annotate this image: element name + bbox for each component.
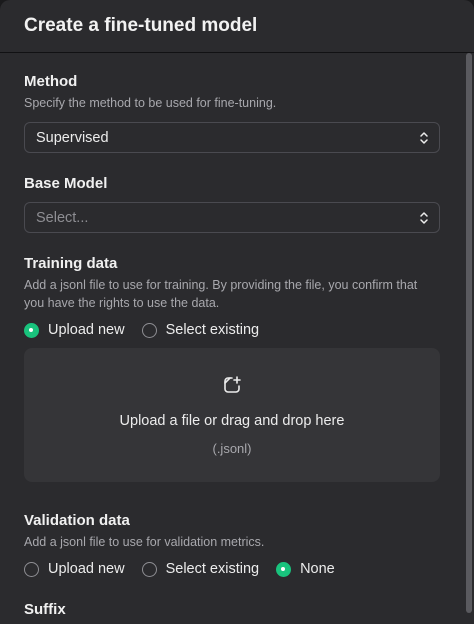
training-data-section: Training data Add a jsonl file to use fo… — [24, 255, 440, 482]
modal-header: Create a fine-tuned model — [0, 0, 474, 53]
radio-unchecked-icon — [141, 561, 157, 577]
modal-title: Create a fine-tuned model — [24, 15, 258, 36]
training-upload-new-radio[interactable]: Upload new — [24, 322, 125, 338]
radio-label: None — [300, 561, 335, 577]
scrollbar-thumb[interactable] — [466, 53, 472, 613]
validation-select-existing-radio[interactable]: Select existing — [141, 561, 260, 577]
base-model-section: Base Model Select... — [24, 175, 440, 233]
radio-label: Upload new — [48, 322, 125, 338]
base-model-label: Base Model — [24, 175, 108, 192]
radio-checked-icon — [276, 561, 292, 577]
training-data-description: Add a jsonl file to use for training. By… — [24, 278, 418, 310]
radio-unchecked-icon — [24, 561, 39, 577]
base-model-select[interactable]: Select... — [24, 202, 440, 233]
fine-tune-modal: Create a fine-tuned model Method Specify… — [0, 0, 474, 624]
chevron-up-down-icon — [420, 211, 428, 224]
file-upload-icon — [224, 375, 241, 393]
training-select-existing-radio[interactable]: Select existing — [141, 322, 260, 338]
radio-unchecked-icon — [141, 322, 157, 338]
validation-data-description: Add a jsonl file to use for validation m… — [24, 535, 265, 549]
method-section: Method Specify the method to be used for… — [24, 73, 440, 153]
method-label: Method — [24, 73, 78, 90]
training-radio-group: Upload new Select existing — [24, 322, 440, 338]
validation-upload-new-radio[interactable]: Upload new — [24, 561, 125, 577]
suffix-section: Suffix — [24, 601, 440, 618]
chevron-up-down-icon — [420, 131, 428, 144]
radio-label: Select existing — [165, 561, 260, 577]
radio-label: Upload new — [48, 561, 125, 577]
modal-body: Method Specify the method to be used for… — [0, 53, 474, 618]
method-select[interactable]: Supervised — [24, 122, 440, 153]
base-model-placeholder: Select... — [36, 209, 89, 226]
dropzone-text: Upload a file or drag and drop here — [119, 412, 345, 429]
scrollbar[interactable] — [464, 53, 474, 624]
method-description: Specify the method to be used for fine-t… — [24, 96, 277, 110]
suffix-label: Suffix — [24, 601, 66, 618]
dropzone-hint: (.jsonl) — [212, 440, 252, 456]
validation-data-label: Validation data — [24, 512, 130, 529]
training-data-label: Training data — [24, 255, 118, 272]
file-dropzone[interactable]: Upload a file or drag and drop here (.js… — [24, 348, 440, 482]
validation-radio-group: Upload new Select existing None — [24, 561, 440, 577]
validation-none-radio[interactable]: None — [276, 561, 335, 577]
radio-checked-icon — [24, 322, 39, 338]
radio-label: Select existing — [165, 322, 260, 338]
method-select-value: Supervised — [36, 129, 109, 146]
validation-data-section: Validation data Add a jsonl file to use … — [24, 512, 440, 577]
